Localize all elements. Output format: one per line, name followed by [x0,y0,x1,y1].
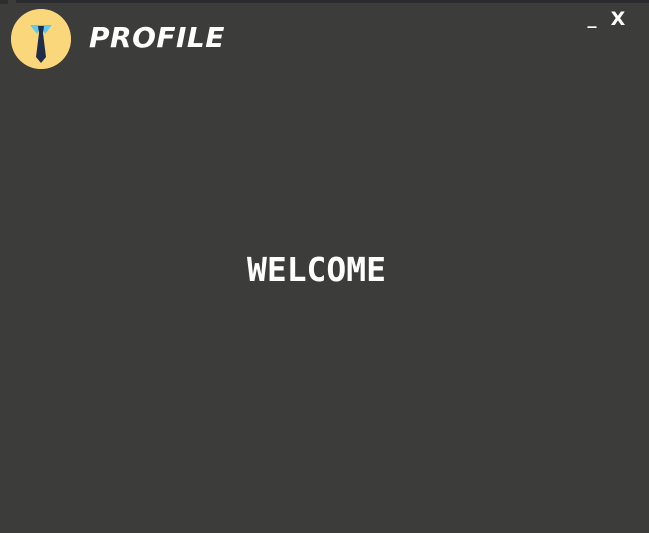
profile-window: PROFILE _ X WELCOME [0,0,649,533]
welcome-heading: WELCOME [246,250,387,289]
window-top-border [16,0,649,3]
page-title: PROFILE [89,21,225,54]
minimize-button[interactable]: _ [582,6,602,32]
avatar [11,9,71,69]
tie-avatar-icon [11,9,71,69]
window-corner [0,0,8,4]
close-button[interactable]: X [607,6,629,32]
